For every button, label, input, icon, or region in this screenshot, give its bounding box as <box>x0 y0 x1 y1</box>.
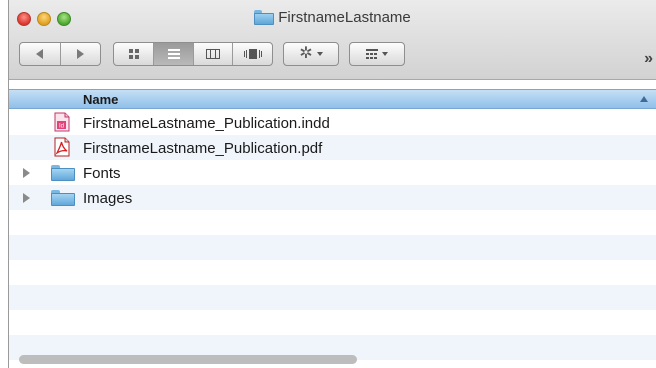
window-title: FirstnameLastname <box>9 8 656 28</box>
folder-icon <box>51 190 75 206</box>
name-column-header[interactable]: Name <box>9 89 656 109</box>
empty-row <box>9 310 656 335</box>
title-bar: FirstnameLastname ✲ » <box>9 0 656 80</box>
chevron-down-icon <box>316 52 323 56</box>
arrange-menu-button[interactable] <box>349 42 405 66</box>
list-item-label: FirstnameLastname_Publication.indd <box>83 115 330 132</box>
finder-window: FirstnameLastname ✲ » Name Id FirstnameL… <box>8 0 656 368</box>
toolbar-overflow-button[interactable]: » <box>644 50 653 68</box>
action-menu-content: ✲ <box>284 43 338 65</box>
list-view-icon <box>167 49 180 59</box>
list-item-label: Fonts <box>83 165 121 182</box>
list-item[interactable]: Id FirstnameLastname_Publication.indd <box>9 110 656 135</box>
back-button[interactable] <box>20 43 60 65</box>
back-forward-control <box>19 42 101 66</box>
indd-file-icon: Id <box>54 112 70 132</box>
cover-flow-button[interactable] <box>232 43 272 65</box>
cover-flow-icon <box>243 49 262 59</box>
empty-row <box>9 210 656 235</box>
gear-icon: ✲ <box>299 45 313 62</box>
file-list: Id FirstnameLastname_Publication.indd Fi… <box>9 110 656 360</box>
arrange-menu-content <box>350 43 404 65</box>
pdf-file-icon <box>54 137 70 157</box>
disclosure-triangle-icon[interactable] <box>23 193 30 203</box>
forward-button[interactable] <box>59 43 100 65</box>
list-item-label: FirstnameLastname_Publication.pdf <box>83 140 323 157</box>
back-arrow-icon <box>36 49 44 59</box>
action-menu-button[interactable]: ✲ <box>283 42 339 66</box>
list-item-label: Images <box>83 190 133 207</box>
list-view-button[interactable] <box>153 43 193 65</box>
chevron-down-icon <box>382 52 388 56</box>
indd-badge: Id <box>59 124 64 130</box>
window-title-text: FirstnameLastname <box>278 9 411 26</box>
icon-view-button[interactable] <box>114 43 153 65</box>
folder-icon <box>51 165 75 181</box>
list-item[interactable]: FirstnameLastname_Publication.pdf <box>9 135 656 160</box>
icon-view-icon <box>128 49 139 59</box>
empty-row <box>9 235 656 260</box>
list-item[interactable]: Fonts <box>9 160 656 185</box>
forward-arrow-icon <box>76 49 84 59</box>
folder-icon <box>254 10 275 25</box>
column-header-label: Name <box>83 92 119 107</box>
list-item[interactable]: Images <box>9 185 656 210</box>
disclosure-triangle-icon[interactable] <box>23 168 30 178</box>
horizontal-scrollbar[interactable] <box>19 355 357 364</box>
empty-row <box>9 260 656 285</box>
arrange-icon <box>366 49 378 59</box>
column-view-icon <box>206 49 221 59</box>
empty-row <box>9 285 656 310</box>
column-view-button[interactable] <box>192 43 233 65</box>
view-mode-control <box>113 42 273 66</box>
sort-ascending-icon <box>640 96 648 102</box>
